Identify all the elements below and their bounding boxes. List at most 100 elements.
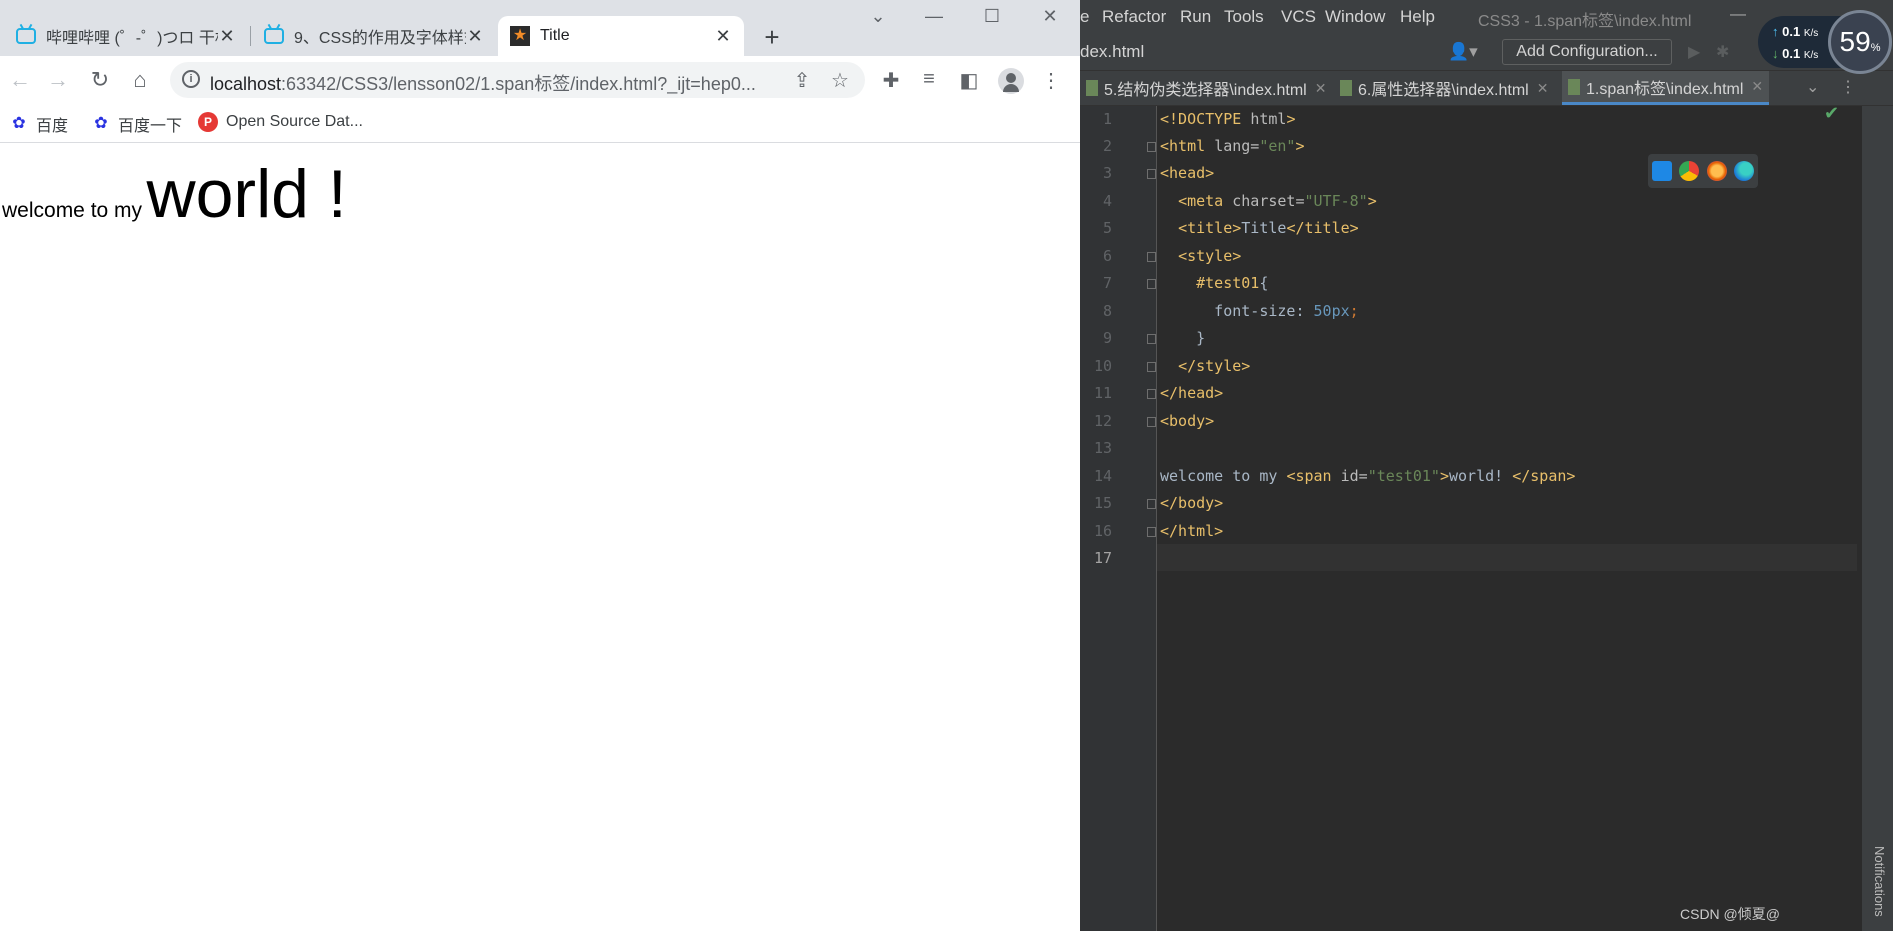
media-control-icon[interactable]: ≡: [916, 68, 942, 91]
site-info-icon[interactable]: i: [182, 70, 200, 88]
fold-marker[interactable]: [1147, 362, 1156, 372]
speed-unit: K/s: [1803, 28, 1819, 39]
code-line-3: <head>: [1160, 164, 1215, 182]
line-number-gutter: 1 2 3 4 5 6 7 8 9 10 11 12 13 14 15 16 1…: [1080, 106, 1157, 931]
close-icon[interactable]: ✕: [1537, 80, 1549, 97]
fold-marker[interactable]: [1147, 252, 1156, 262]
menu-file-partial[interactable]: e: [1080, 7, 1089, 27]
percent-sign: %: [1870, 42, 1881, 54]
baidu-paw-icon: ✿: [12, 115, 26, 132]
code-editor[interactable]: 1 2 3 4 5 6 7 8 9 10 11 12 13 14 15 16 1…: [1080, 103, 1893, 931]
profile-avatar[interactable]: [998, 68, 1024, 94]
download-value: 0.1: [1782, 46, 1801, 61]
line-number: 10: [1093, 357, 1112, 375]
menu-help[interactable]: Help: [1400, 7, 1435, 27]
editor-tab-label: 6.属性选择器\index.html: [1358, 82, 1529, 99]
download-speed: ↓ 0.1 K/s: [1772, 46, 1818, 61]
tab-css-tutorial[interactable]: 9、CSS的作用及字体样式 ✕: [252, 16, 496, 56]
firefox-icon[interactable]: [1706, 161, 1727, 181]
close-icon[interactable]: ✕: [714, 26, 732, 47]
editor-tab-label: 1.span标签\index.html: [1586, 80, 1744, 98]
url-text[interactable]: localhost:63342/CSS3/lensson02/1.span标签/…: [210, 70, 756, 96]
ide-window: e Refactor Run Tools VCS Window Help CSS…: [1080, 0, 1893, 931]
fold-marker[interactable]: [1147, 527, 1156, 537]
maximize-icon[interactable]: ☐: [972, 6, 1012, 27]
memory-usage-circle[interactable]: 59%: [1828, 10, 1892, 74]
fold-marker[interactable]: [1147, 499, 1156, 509]
html-file-icon: [1086, 80, 1098, 96]
upload-speed: ↑ 0.1 K/s: [1772, 24, 1818, 39]
editor-tab-span-active[interactable]: 1.span标签\index.html ✕: [1562, 71, 1770, 105]
minimize-icon[interactable]: —: [1730, 6, 1746, 24]
line-number: 11: [1093, 384, 1112, 402]
code-line-14: welcome to my <span id="test01">world! <…: [1160, 467, 1576, 485]
close-icon[interactable]: ✕: [1751, 78, 1763, 95]
right-tool-strip: [1862, 106, 1893, 931]
webstorm-icon[interactable]: [1651, 161, 1672, 181]
breadcrumb[interactable]: dex.html: [1080, 42, 1144, 62]
code-line-7: #test01{: [1196, 274, 1269, 292]
tab-bilibili[interactable]: 哔哩哔哩 (゜-゜)つロ 干杯 ✕: [4, 16, 248, 56]
forward-arrow-icon[interactable]: →: [44, 66, 72, 94]
bookmark-open-source-data[interactable]: P Open Source Dat...: [198, 112, 363, 132]
menu-kebab-icon[interactable]: ⋮: [1038, 68, 1064, 93]
code-line-6: <style>: [1178, 247, 1242, 265]
notifications-panel-label[interactable]: Notifications: [1872, 846, 1887, 917]
chevron-down-icon[interactable]: ⌄: [1806, 77, 1819, 97]
menu-run[interactable]: Run: [1180, 7, 1211, 27]
fold-marker[interactable]: [1147, 169, 1156, 179]
debug-icon[interactable]: ✱: [1716, 42, 1729, 62]
no-problems-check-icon[interactable]: ✔: [1824, 103, 1839, 124]
menu-tools[interactable]: Tools: [1224, 7, 1264, 27]
fold-marker[interactable]: [1147, 389, 1156, 399]
bookmark-star-icon[interactable]: ☆: [828, 68, 852, 93]
bookmarks-bar: ✿ 百度 ✿ 百度一下 P Open Source Dat...: [0, 106, 1080, 143]
chrome-icon[interactable]: [1679, 161, 1700, 181]
add-configuration-button[interactable]: Add Configuration...: [1502, 39, 1672, 65]
editor-tab-structural-pseudo[interactable]: 5.结构伪类选择器\index.html ✕: [1080, 71, 1332, 105]
back-arrow-icon[interactable]: ←: [6, 66, 34, 94]
reload-icon[interactable]: ↻: [86, 66, 114, 94]
network-speed-widget: ↑ 0.1 K/s ↓ 0.1 K/s 59%: [1758, 10, 1893, 74]
tab-separator: [250, 26, 251, 46]
close-icon[interactable]: ✕: [1315, 80, 1327, 97]
window-close-icon[interactable]: ✕: [1030, 6, 1070, 27]
edge-icon[interactable]: [1734, 161, 1755, 181]
open-in-browser-toolbar: [1648, 154, 1758, 188]
home-icon[interactable]: ⌂: [126, 66, 154, 94]
fold-marker[interactable]: [1147, 142, 1156, 152]
minimize-icon[interactable]: —: [914, 6, 954, 27]
run-icon[interactable]: ▶: [1688, 42, 1700, 62]
browser-toolbar: ← → ↻ ⌂ i localhost:63342/CSS3/lensson02…: [0, 56, 1080, 106]
code-line-9: }: [1160, 329, 1206, 347]
tab-label: 9、CSS的作用及字体样式: [294, 30, 466, 47]
fold-marker[interactable]: [1147, 279, 1156, 289]
line-number: 2: [1102, 137, 1112, 155]
upload-arrow-icon: ↑: [1772, 24, 1783, 39]
tab-title-active[interactable]: ★ Title ✕: [498, 16, 744, 56]
fold-marker[interactable]: [1147, 334, 1156, 344]
menu-refactor[interactable]: Refactor: [1102, 7, 1166, 27]
bookmark-baidu[interactable]: ✿ 百度: [10, 112, 68, 136]
csdn-watermark: CSDN @倾夏@: [1680, 906, 1780, 922]
new-tab-button[interactable]: +: [760, 22, 784, 53]
line-number: 14: [1093, 467, 1112, 485]
menu-window[interactable]: Window: [1325, 7, 1385, 27]
side-panel-icon[interactable]: ◧: [956, 68, 982, 93]
fold-marker[interactable]: [1147, 417, 1156, 427]
line-number: 15: [1093, 494, 1112, 512]
share-icon[interactable]: ⇪: [790, 68, 814, 93]
address-bar[interactable]: i localhost:63342/CSS3/lensson02/1.span标…: [170, 62, 865, 98]
menu-vcs[interactable]: VCS: [1281, 7, 1316, 27]
close-icon[interactable]: ✕: [466, 26, 484, 47]
line-number: 5: [1102, 219, 1112, 237]
editor-tab-label: 5.结构伪类选择器\index.html: [1104, 82, 1307, 99]
tab-search-icon[interactable]: ⌄: [858, 6, 898, 27]
editor-tab-attribute-selector[interactable]: 6.属性选择器\index.html ✕: [1334, 71, 1554, 105]
user-dropdown-icon[interactable]: 👤▾: [1448, 42, 1478, 62]
bookmark-baidu-search[interactable]: ✿ 百度一下: [92, 112, 182, 136]
extensions-icon[interactable]: ✚: [878, 68, 904, 93]
more-vertical-icon[interactable]: ⋮: [1840, 77, 1856, 97]
welcome-text: welcome to my: [2, 199, 143, 222]
close-icon[interactable]: ✕: [218, 26, 236, 47]
